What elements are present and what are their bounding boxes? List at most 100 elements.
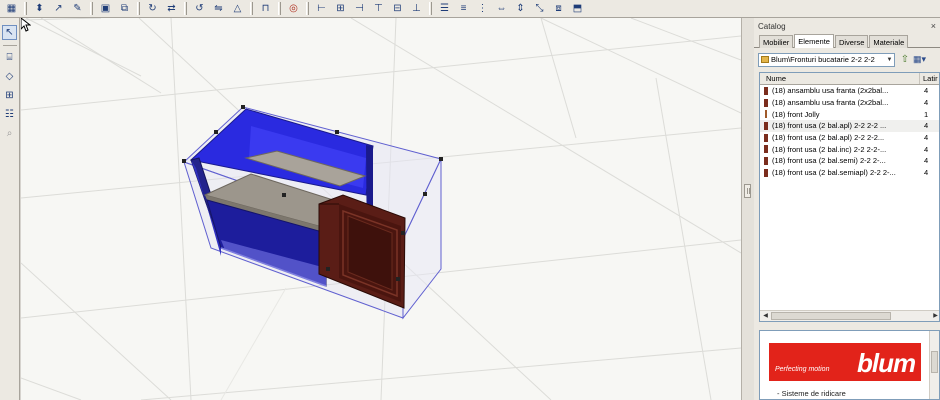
scene-canvas[interactable]: [21, 18, 741, 400]
list-item[interactable]: (18) front usa (2 bal.semi) 2-2 2-... 4: [760, 155, 939, 167]
cabinet-icon[interactable]: ⌸: [2, 50, 17, 65]
catalog-header: Catalog ×: [754, 18, 940, 34]
distribute-v-icon[interactable]: ≡: [456, 1, 471, 16]
column-name[interactable]: Nume: [760, 73, 920, 84]
door-icon: [764, 121, 768, 130]
tab-materiale[interactable]: Materiale: [869, 35, 909, 48]
same-width-icon[interactable]: ⇔: [494, 1, 509, 16]
door-icon: [764, 98, 768, 107]
app-window: ▦ ⬍ ↗ ✎ ▣ ⧉ ↻ ⇄ ↺ ⇋ △ ⊓ ◎ ⊢ ⊞ ⊣ ⊤ ⊟ ⊥ ☰ …: [0, 0, 940, 400]
folder-path-select[interactable]: Blum\Fronturi bucatarie 2-2 2-2 ▼: [758, 52, 895, 67]
distribute-h-icon[interactable]: ☰: [437, 1, 452, 16]
same-depth-icon[interactable]: ⤡: [532, 1, 547, 16]
item-name: (18) front usa (2 bal.semi) 2-2 2-...: [772, 156, 886, 166]
tab-diverse[interactable]: Diverse: [834, 35, 869, 48]
item-width: 4: [924, 98, 929, 108]
warning-icon[interactable]: △: [230, 1, 245, 16]
list-item[interactable]: (18) ansamblu usa franta (2x2bal... 4: [760, 97, 939, 109]
horizontal-scrollbar[interactable]: ◀ ▶: [760, 310, 939, 321]
door-icon: [764, 133, 768, 142]
column-width[interactable]: Latir: [920, 73, 938, 84]
catalog-list[interactable]: Nume Latir (18) ansamblu usa franta (2x2…: [759, 72, 940, 322]
grid-icon[interactable]: ▦: [4, 1, 19, 16]
scroll-thumb[interactable]: [771, 312, 891, 320]
move-icon[interactable]: ↗: [51, 1, 66, 16]
item-width: 4: [924, 156, 929, 166]
properties-icon[interactable]: ☷: [2, 107, 17, 122]
list-header: Nume Latir: [760, 73, 939, 85]
edit-icon[interactable]: ✎: [70, 1, 85, 16]
list-item[interactable]: (18) front usa (2 bal.apl) 2-2 2-2 ... 4: [760, 120, 939, 132]
list-item[interactable]: (18) front usa (2 bal.inc) 2-2 2-2-... 4: [760, 143, 939, 155]
align-left-icon[interactable]: ⊢: [314, 1, 329, 16]
toolbar-separator: [278, 2, 281, 15]
chevron-down-icon[interactable]: ▼: [885, 57, 894, 63]
scroll-right-icon[interactable]: ▶: [931, 312, 939, 320]
item-name: (18) front usa (2 bal.semiapl) 2-2 2-...: [772, 168, 896, 178]
blum-logo: blum: [857, 348, 916, 378]
toolbar-separator: [429, 2, 432, 15]
catalog-tabs: Mobilier Elemente Diverse Materiale: [754, 34, 940, 48]
panel-splitter[interactable]: [741, 18, 754, 400]
tab-mobilier[interactable]: Mobilier: [759, 35, 794, 48]
select-icon[interactable]: ⬍: [32, 1, 47, 16]
align-bottom-icon[interactable]: ⊥: [409, 1, 424, 16]
path-row: Blum\Fronturi bucatarie 2-2 2-2 ▼ ⇧ ▦▾: [758, 52, 936, 67]
list-item[interactable]: (18) front usa (2 bal.semiapl) 2-2 2-...…: [760, 167, 939, 179]
item-name: (18) ansamblu usa franta (2x2bal...: [772, 86, 889, 96]
item-preview: Perfecting motion blum - Sisteme de ridi…: [759, 330, 940, 400]
list-item[interactable]: (18) ansamblu usa franta (2x2bal... 4: [760, 85, 939, 97]
target-icon[interactable]: ◎: [286, 1, 301, 16]
item-name: (18) ansamblu usa franta (2x2bal...: [772, 98, 889, 108]
toolbar-separator: [24, 2, 27, 15]
item-width: 4: [924, 133, 929, 143]
list-item[interactable]: (18) front usa (2 bal.apl) 2-2 2-2... 4: [760, 132, 939, 144]
mouse-cursor-icon: [21, 18, 31, 32]
item-width: 4: [924, 144, 929, 154]
dimension-icon[interactable]: ⊞: [2, 88, 17, 103]
pointer-icon[interactable]: ↖: [2, 25, 17, 40]
align-center-icon[interactable]: ⊞: [333, 1, 348, 16]
catalog-title: Catalog: [758, 21, 786, 31]
item-width: 4: [924, 168, 929, 178]
item-name: (18) front usa (2 bal.apl) 2-2 2-2...: [772, 133, 885, 143]
scroll-left-icon[interactable]: ◀: [761, 312, 770, 320]
same-height-icon[interactable]: ⇕: [513, 1, 528, 16]
toolbar-separator: [250, 2, 253, 15]
distribute-depth-icon[interactable]: ⋮: [475, 1, 490, 16]
component-icon[interactable]: ◇: [2, 69, 17, 84]
main-toolbar: ▦ ⬍ ↗ ✎ ▣ ⧉ ↻ ⇄ ↺ ⇋ △ ⊓ ◎ ⊢ ⊞ ⊣ ⊤ ⊟ ⊥ ☰ …: [0, 0, 940, 18]
group-icon[interactable]: ⧉: [117, 1, 132, 16]
item-width: 1: [924, 109, 929, 119]
item-name: (18) front usa (2 bal.apl) 2-2 2-2 ...: [772, 121, 887, 131]
toolbar-separator: [90, 2, 93, 15]
align-right-icon[interactable]: ⊣: [352, 1, 367, 16]
rotate-icon[interactable]: ↻: [145, 1, 160, 16]
tilt-icon[interactable]: ⬒: [570, 1, 585, 16]
folder-up-icon[interactable]: ⇧: [898, 53, 912, 67]
stack-icon[interactable]: ⧈: [551, 1, 566, 16]
preview-text: - Sisteme de ridicare: [777, 389, 846, 398]
left-toolbar: ↖ ⌸ ◇ ⊞ ☷ ⌕: [0, 18, 20, 400]
scroll-thumb[interactable]: [931, 351, 938, 373]
list-item[interactable]: (18) front Jolly 1: [760, 108, 939, 120]
mirror-icon[interactable]: ⇋: [211, 1, 226, 16]
align-middle-icon[interactable]: ⊟: [390, 1, 405, 16]
frame-icon[interactable]: ▣: [98, 1, 113, 16]
tab-elemente[interactable]: Elemente: [794, 34, 834, 48]
view-mode-icon[interactable]: ▦▾: [913, 53, 929, 67]
3d-viewport[interactable]: [21, 18, 741, 400]
close-icon[interactable]: ×: [931, 21, 936, 31]
door-icon: [764, 168, 768, 177]
vertical-scrollbar[interactable]: [929, 331, 939, 399]
zoom-icon[interactable]: ⌕: [2, 126, 17, 141]
flip-icon[interactable]: ⇄: [164, 1, 179, 16]
panel-icon[interactable]: ⊓: [258, 1, 273, 16]
door-icon: [764, 86, 768, 95]
splitter-grip[interactable]: [744, 184, 751, 198]
folder-icon: [761, 56, 769, 63]
door-icon: [764, 156, 768, 165]
align-top-icon[interactable]: ⊤: [371, 1, 386, 16]
list-rows: (18) ansamblu usa franta (2x2bal... 4 (18)…: [760, 85, 939, 179]
refresh-icon[interactable]: ↺: [192, 1, 207, 16]
